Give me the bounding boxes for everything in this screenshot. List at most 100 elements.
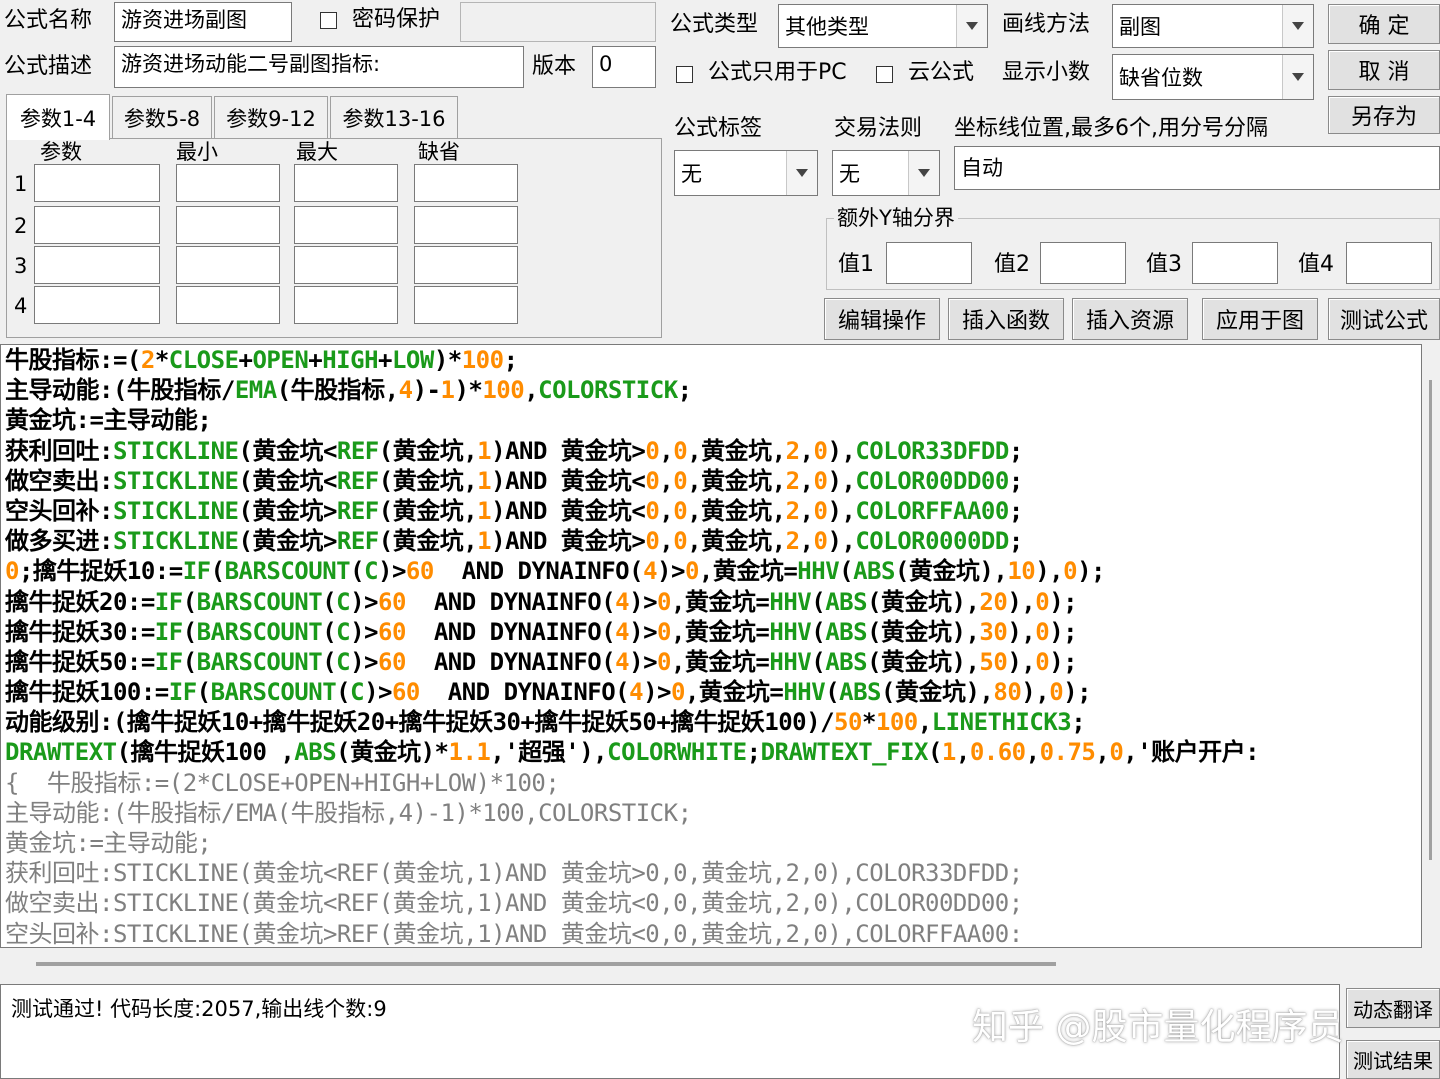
code-token: (黄金坑, — [378, 527, 478, 556]
code-token: AND DYNAINFO( — [405, 647, 616, 676]
code-token: (黄金坑> — [238, 496, 338, 525]
param-max-input[interactable] — [294, 164, 398, 202]
code-token: )- — [412, 376, 441, 405]
code-token: )> — [350, 647, 379, 676]
code-token: ,黄金坑= — [684, 678, 784, 707]
param-max-input[interactable] — [294, 286, 398, 324]
tab-params-13-16[interactable]: 参数13-16 — [330, 96, 458, 138]
draw-method-select[interactable]: 副图 — [1112, 4, 1314, 48]
vertical-scrollbar[interactable] — [1422, 344, 1440, 948]
value3-label: 值3 — [1146, 252, 1182, 277]
save-as-button[interactable]: 另存为 — [1328, 96, 1440, 134]
param-min-input[interactable] — [176, 206, 280, 244]
param-name-input[interactable] — [34, 246, 160, 284]
code-token: (黄金坑), — [894, 557, 1008, 586]
param-max-input[interactable] — [294, 206, 398, 244]
code-token: 0 — [645, 466, 660, 495]
param-name-input[interactable] — [34, 206, 160, 244]
version-input[interactable]: 0 — [592, 46, 656, 88]
chevron-down-icon[interactable] — [1282, 5, 1313, 47]
param-min-input[interactable] — [176, 164, 280, 202]
scrollbar-thumb[interactable] — [36, 962, 1056, 966]
code-line: 获利回吐:STICKLINE(黄金坑<REF(黄金坑,1)AND 黄金坑>0,0… — [1, 436, 1421, 466]
trade-rule-select[interactable]: 无 — [832, 150, 940, 196]
code-token: 4 — [643, 557, 658, 586]
param-name-input[interactable] — [34, 286, 160, 324]
horizontal-scrollbar[interactable] — [0, 948, 1440, 982]
code-token: ; — [1008, 436, 1023, 465]
formula-name-label: 公式名称 — [4, 8, 93, 33]
value1-input[interactable] — [886, 242, 972, 284]
code-token: ; — [1008, 496, 1023, 525]
param-min-input[interactable] — [176, 246, 280, 284]
formula-type-select[interactable]: 其他类型 — [778, 4, 988, 48]
param-default-input[interactable] — [414, 286, 518, 324]
chevron-down-icon[interactable] — [786, 151, 817, 195]
password-input[interactable] — [460, 2, 656, 42]
code-token: (黄金坑), — [867, 647, 980, 676]
code-token: ; — [746, 738, 761, 767]
tab-params-1-4[interactable]: 参数1-4 — [6, 94, 110, 140]
code-token: ), — [1007, 647, 1036, 676]
value4-input[interactable] — [1346, 242, 1432, 284]
formula-name-input[interactable]: 游资进场副图 — [114, 2, 292, 42]
param-max-input[interactable] — [294, 246, 398, 284]
chevron-down-icon[interactable] — [1282, 55, 1313, 99]
code-token: 0.75 — [1039, 738, 1096, 767]
code-line: 黄金坑:=主导动能; — [1, 828, 1421, 858]
code-token: , — [659, 527, 674, 556]
code-token: ); — [1077, 557, 1105, 586]
code-token: (黄金坑, — [378, 436, 478, 465]
param-default-input[interactable] — [414, 246, 518, 284]
formula-desc-input[interactable]: 游资进场动能二号副图指标: — [114, 46, 524, 88]
test-formula-button[interactable]: 测试公式 — [1328, 298, 1440, 340]
value2-input[interactable] — [1040, 242, 1126, 284]
formula-tag-select[interactable]: 无 — [674, 150, 818, 196]
code-token: 做空卖出:STICKLINE(黄金坑<REF(黄金坑,1)AND 黄金坑<0,0… — [5, 889, 1023, 918]
tab-params-9-12[interactable]: 参数9-12 — [214, 96, 328, 138]
code-token: COLOR0000DD — [855, 527, 1009, 556]
dynamic-translate-button[interactable]: 动态翻译 — [1346, 988, 1440, 1028]
param-default-input[interactable] — [414, 206, 518, 244]
code-line: 做空卖出:STICKLINE(黄金坑<REF(黄金坑,1)AND 黄金坑<0,0… — [1, 466, 1421, 496]
axis-position-input[interactable]: 自动 — [954, 146, 1440, 190]
param-default-input[interactable] — [414, 164, 518, 202]
code-line: 动能级别:(擒牛捉妖10+擒牛捉妖20+擒牛捉妖30+擒牛捉妖50+擒牛捉妖10… — [1, 707, 1421, 737]
code-line: 黄金坑:=主导动能; — [1, 405, 1421, 435]
chevron-down-icon[interactable] — [956, 5, 987, 47]
insert-function-button[interactable]: 插入函数 — [948, 298, 1064, 340]
tab-params-5-8[interactable]: 参数5-8 — [112, 96, 212, 138]
code-token: ( — [196, 678, 211, 707]
param-min-input[interactable] — [176, 286, 280, 324]
code-token: 20 — [979, 587, 1008, 616]
code-token: 1 — [440, 376, 455, 405]
cancel-button[interactable]: 取 消 — [1328, 50, 1440, 90]
cloud-checkbox[interactable] — [876, 66, 893, 83]
param-name-input[interactable] — [34, 164, 160, 202]
code-token: ( — [182, 647, 197, 676]
code-line: 擒牛捉妖100:=IF(BARSCOUNT(C)>60 AND DYNAINFO… — [1, 677, 1421, 707]
code-token: 30 — [979, 617, 1008, 646]
value3-input[interactable] — [1192, 242, 1278, 284]
decimals-select[interactable]: 缺省位数 — [1112, 54, 1314, 100]
scrollbar-thumb[interactable] — [1429, 380, 1432, 860]
axis-position-label: 坐标线位置,最多6个,用分号分隔 — [954, 116, 1268, 141]
insert-resource-button[interactable]: 插入资源 — [1072, 298, 1188, 340]
code-token: ), — [1035, 557, 1064, 586]
code-token: C — [350, 678, 365, 707]
code-token: AND DYNAINFO( — [433, 557, 644, 586]
edit-ops-button[interactable]: 编辑操作 — [824, 298, 940, 340]
ok-button[interactable]: 确 定 — [1328, 4, 1440, 44]
code-token: (黄金坑, — [378, 466, 478, 495]
code-token: + — [378, 346, 392, 374]
apply-to-chart-button[interactable]: 应用于图 — [1202, 298, 1318, 340]
code-token: CLOSE — [168, 346, 239, 374]
test-result-button[interactable]: 测试结果 — [1346, 1040, 1440, 1079]
chevron-down-icon[interactable] — [908, 151, 939, 195]
code-token: ABS — [853, 557, 895, 586]
code-token: HIGH — [322, 346, 379, 374]
col-header-param: 参数 — [40, 140, 82, 164]
pc-only-checkbox[interactable] — [676, 66, 693, 83]
password-checkbox[interactable] — [320, 12, 337, 29]
code-editor[interactable]: 牛股指标:=(2*CLOSE+OPEN+HIGH+LOW)*100; 主导动能:(… — [0, 344, 1422, 948]
